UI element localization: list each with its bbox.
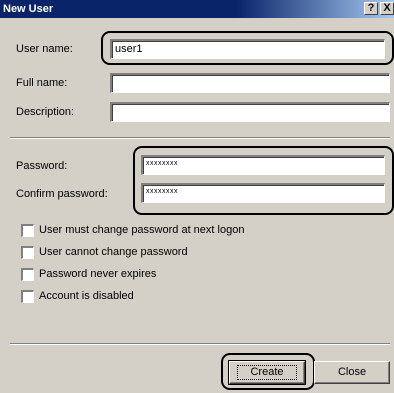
confirm-password-label: Confirm password: bbox=[16, 188, 108, 200]
fullname-label: Full name: bbox=[16, 77, 68, 89]
close-window-button[interactable]: X bbox=[380, 2, 394, 15]
fullname-field[interactable] bbox=[110, 73, 390, 93]
password-label: Password: bbox=[16, 160, 68, 172]
never-expires-checkbox[interactable] bbox=[21, 268, 34, 281]
username-label: User name: bbox=[16, 43, 73, 55]
cannot-change-label[interactable]: User cannot change password bbox=[39, 246, 188, 259]
must-change-label[interactable]: User must change password at next logon bbox=[39, 224, 244, 237]
account-disabled-label[interactable]: Account is disabled bbox=[39, 290, 134, 303]
cannot-change-checkbox[interactable] bbox=[21, 246, 34, 259]
separator-bottom bbox=[10, 343, 390, 345]
account-disabled-checkbox[interactable] bbox=[21, 290, 34, 303]
help-button[interactable]: ? bbox=[364, 2, 378, 15]
description-label: Description: bbox=[16, 106, 75, 118]
username-highlight bbox=[101, 31, 394, 65]
must-change-checkbox[interactable] bbox=[21, 224, 34, 237]
description-field[interactable] bbox=[110, 102, 390, 122]
window-title: New User bbox=[3, 3, 54, 15]
password-highlight bbox=[133, 146, 394, 215]
new-user-dialog: New User ? X User name: user1 Full name:… bbox=[0, 0, 394, 393]
close-button[interactable]: Close bbox=[314, 361, 390, 384]
never-expires-label[interactable]: Password never expires bbox=[39, 268, 156, 281]
create-highlight bbox=[221, 353, 315, 390]
separator-top bbox=[10, 137, 390, 139]
title-bar[interactable]: New User ? X bbox=[0, 0, 394, 18]
